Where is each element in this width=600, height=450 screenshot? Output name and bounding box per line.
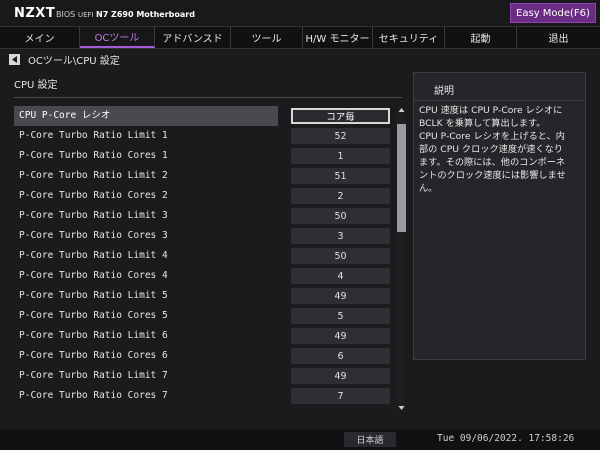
tab-security[interactable]: セキュリティ: [373, 27, 445, 48]
setting-value[interactable]: 7: [291, 388, 390, 404]
setting-row[interactable]: P-Core Turbo Ratio Cores 3 3: [14, 226, 396, 246]
setting-value[interactable]: 50: [291, 248, 390, 264]
back-button[interactable]: [9, 53, 20, 65]
setting-row[interactable]: P-Core Turbo Ratio Cores 5 5: [14, 306, 396, 326]
help-line: BCLK を乗算して算出します。: [419, 118, 546, 129]
setting-label: P-Core Turbo Ratio Limit 7: [19, 370, 168, 381]
setting-row[interactable]: P-Core Turbo Ratio Limit 7 49: [14, 366, 396, 386]
setting-row[interactable]: P-Core Turbo Ratio Limit 6 49: [14, 326, 396, 346]
setting-row[interactable]: P-Core Turbo Ratio Limit 1 52: [14, 126, 396, 146]
main-nav: メイン OCツール アドバンスド ツール H/W モニター セキュリティ 起動 …: [0, 26, 600, 49]
help-line: 部の CPU クロック速度が速くなり: [419, 144, 563, 155]
setting-label: P-Core Turbo Ratio Cores 2: [19, 190, 168, 201]
section-title: CPU 設定: [14, 80, 58, 91]
setting-value[interactable]: 52: [291, 128, 390, 144]
setting-label: P-Core Turbo Ratio Limit 1: [19, 130, 168, 141]
setting-label: P-Core Turbo Ratio Cores 4: [19, 270, 168, 281]
setting-value[interactable]: 2: [291, 188, 390, 204]
breadcrumb: OCツール\CPU 設定: [28, 55, 120, 67]
setting-row[interactable]: P-Core Turbo Ratio Cores 2 2: [14, 186, 396, 206]
help-text: CPU 速度は CPU P-Core レシオに BCLK を乗算して算出します。…: [419, 104, 583, 195]
datetime-display: Tue 09/06/2022. 17:58:26: [437, 433, 575, 444]
setting-label: P-Core Turbo Ratio Limit 2: [19, 170, 168, 181]
setting-row[interactable]: P-Core Turbo Ratio Cores 4 4: [14, 266, 396, 286]
setting-row-cpu-p-core-ratio[interactable]: CPU P-Core レシオ コア毎: [14, 106, 390, 126]
back-arrow-icon: [12, 55, 17, 63]
setting-label: P-Core Turbo Ratio Cores 7: [19, 390, 168, 401]
setting-value[interactable]: 3: [291, 228, 390, 244]
setting-label: P-Core Turbo Ratio Cores 3: [19, 230, 168, 241]
help-line: CPU 速度は CPU P-Core レシオに: [419, 105, 563, 116]
tab-boot[interactable]: 起動: [445, 27, 517, 48]
language-button[interactable]: 日本語: [344, 432, 396, 447]
setting-label: P-Core Turbo Ratio Limit 5: [19, 290, 168, 301]
setting-value[interactable]: 4: [291, 268, 390, 284]
settings-scrollbar[interactable]: [397, 106, 406, 412]
setting-value[interactable]: コア毎: [291, 108, 390, 124]
scroll-up-icon[interactable]: [398, 106, 405, 114]
settings-list: CPU P-Core レシオ コア毎 P-Core Turbo Ratio Li…: [14, 106, 396, 406]
setting-row[interactable]: P-Core Turbo Ratio Limit 2 51: [14, 166, 396, 186]
section-divider: [14, 97, 402, 98]
setting-value[interactable]: 6: [291, 348, 390, 364]
help-line: CPU P-Core レシオを上げると、内: [419, 131, 565, 142]
scroll-down-icon[interactable]: [398, 404, 405, 412]
easy-mode-button[interactable]: Easy Mode(F6): [510, 3, 596, 23]
setting-row[interactable]: P-Core Turbo Ratio Cores 6 6: [14, 346, 396, 366]
setting-value[interactable]: 51: [291, 168, 390, 184]
setting-row[interactable]: P-Core Turbo Ratio Limit 3 50: [14, 206, 396, 226]
help-line: ントのクロック速度には影響しませ: [419, 170, 566, 181]
setting-row[interactable]: P-Core Turbo Ratio Cores 1 1: [14, 146, 396, 166]
nzxt-logo: NZXT: [14, 6, 56, 21]
scrollbar-thumb[interactable]: [397, 124, 406, 232]
top-bar: NZXT BIOS UEFI N7 Z690 Motherboard Easy …: [0, 0, 600, 26]
tab-exit[interactable]: 退出: [517, 27, 600, 48]
help-line: ます。その際には、他のコンポーネ: [419, 157, 566, 168]
tab-oc-tools[interactable]: OCツール: [80, 27, 155, 48]
setting-row[interactable]: P-Core Turbo Ratio Cores 7 7: [14, 386, 396, 406]
setting-label: P-Core Turbo Ratio Limit 6: [19, 330, 168, 341]
setting-label: P-Core Turbo Ratio Cores 5: [19, 310, 168, 321]
setting-row[interactable]: P-Core Turbo Ratio Limit 5 49: [14, 286, 396, 306]
setting-value[interactable]: 49: [291, 368, 390, 384]
footer-bar: 日本語 Tue 09/06/2022. 17:58:26: [0, 429, 600, 450]
setting-row[interactable]: P-Core Turbo Ratio Limit 4 50: [14, 246, 396, 266]
setting-label: P-Core Turbo Ratio Limit 4: [19, 250, 168, 261]
setting-label: CPU P-Core レシオ: [19, 110, 111, 121]
setting-label: P-Core Turbo Ratio Limit 3: [19, 210, 168, 221]
uefi-label: UEFI: [78, 11, 94, 19]
setting-value[interactable]: 49: [291, 288, 390, 304]
tab-tools[interactable]: ツール: [231, 27, 303, 48]
setting-value[interactable]: 50: [291, 208, 390, 224]
tab-hw-monitor[interactable]: H/W モニター: [303, 27, 373, 48]
setting-value[interactable]: 49: [291, 328, 390, 344]
breadcrumb-row: OCツール\CPU 設定: [0, 50, 600, 68]
help-divider: [414, 100, 585, 101]
tab-main[interactable]: メイン: [0, 27, 80, 48]
setting-label: P-Core Turbo Ratio Cores 6: [19, 350, 168, 361]
tab-advanced[interactable]: アドバンスド: [155, 27, 231, 48]
setting-value[interactable]: 5: [291, 308, 390, 324]
help-title: 説明: [434, 86, 454, 97]
setting-label: P-Core Turbo Ratio Cores 1: [19, 150, 168, 161]
motherboard-model: N7 Z690 Motherboard: [96, 10, 195, 19]
bios-label: BIOS: [56, 10, 76, 19]
help-line: ん。: [419, 183, 438, 194]
setting-value[interactable]: 1: [291, 148, 390, 164]
help-panel: 説明 CPU 速度は CPU P-Core レシオに BCLK を乗算して算出し…: [413, 72, 586, 360]
